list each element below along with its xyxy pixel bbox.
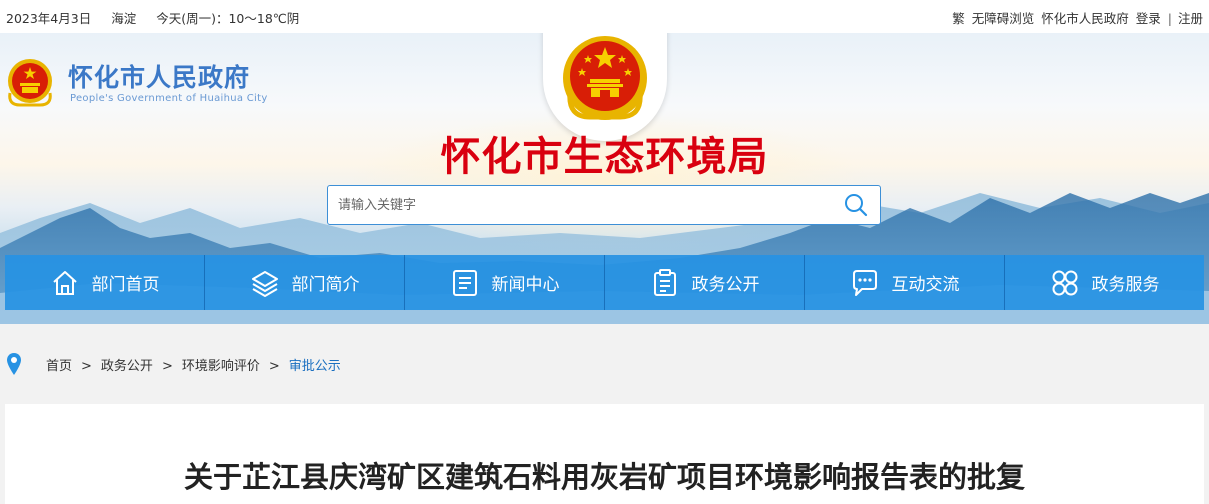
login-link[interactable]: 登录 [1136, 11, 1161, 26]
breadcrumb-home[interactable]: 首页 [46, 359, 72, 374]
date-weather: 2023年4月3日 海淀 今天(周一)：10～18℃阴 [6, 8, 315, 27]
document-icon [452, 269, 477, 296]
breadcrumb-eia[interactable]: 环境影响评价 [182, 359, 260, 374]
city-text: 海淀 [111, 11, 137, 26]
nav-item-label: 部门首页 [91, 275, 160, 295]
search-icon[interactable] [844, 193, 868, 217]
nav-item-label: 政务公开 [691, 275, 760, 295]
article-panel: 关于芷江县庆湾矿区建筑石料用灰岩矿项目环境影响报告表的批复 [5, 404, 1204, 504]
top-links: 繁 无障碍浏览 怀化市人民政府 登录 | 注册 [949, 8, 1203, 27]
nav-item-home[interactable]: 部门首页 [5, 255, 205, 310]
breadcrumb: 首页 > 政务公开 > 环境影响评价 > 审批公示 [0, 324, 1209, 404]
nav-item-label: 部门简介 [291, 275, 360, 295]
breadcrumb-arrow: > [161, 359, 173, 374]
national-emblem-icon [563, 36, 647, 120]
breadcrumb-arrow: > [81, 359, 92, 374]
nav-item-interaction[interactable]: 互动交流 [805, 255, 1005, 310]
nav-item-services[interactable]: 政务服务 [1005, 255, 1204, 310]
nav-item-news[interactable]: 新闻中心 [405, 255, 605, 310]
gov-name[interactable]: 怀化市人民政府 [68, 58, 250, 94]
site-title: 怀化市生态环境局 [440, 134, 769, 180]
search-box [327, 185, 881, 225]
nav-item-label: 政务服务 [1091, 275, 1160, 295]
clipboard-icon [653, 268, 676, 296]
breadcrumb-current[interactable]: 审批公示 [289, 359, 341, 374]
breadcrumb-gov-affairs[interactable]: 政务公开 [101, 359, 153, 374]
breadcrumb-items: 首页 > 政务公开 > 环境影响评价 > 审批公示 [46, 355, 341, 374]
accessibility-link[interactable]: 无障碍浏览 [972, 11, 1035, 26]
nav-item-label: 互动交流 [891, 275, 960, 295]
grid-icon [1052, 270, 1077, 295]
date-text: 2023年4月3日 [6, 11, 92, 26]
search-input[interactable] [338, 194, 818, 216]
gov-name-en: People's Government of Huaihua City [70, 93, 268, 104]
location-pin-icon [7, 353, 21, 375]
breadcrumb-arrow: > [268, 359, 280, 374]
nav-item-gov-affairs[interactable]: 政务公开 [605, 255, 805, 310]
nav-item-label: 新闻中心 [491, 275, 560, 295]
gov-emblem-small [8, 59, 52, 107]
register-link[interactable]: 注册 [1178, 11, 1203, 26]
layers-icon [251, 270, 278, 297]
article-title: 关于芷江县庆湾矿区建筑石料用灰岩矿项目环境影响报告表的批复 [183, 460, 1025, 494]
chat-icon [852, 269, 877, 296]
main-nav: 部门首页 部门简介 新闻中心 政务公开 互动交流 政务服务 [5, 255, 1204, 310]
home-icon [52, 270, 77, 295]
link-separator: | [1167, 11, 1172, 26]
traditional-chinese-link[interactable]: 繁 [952, 11, 965, 26]
weather-text: 今天(周一)：10～18℃阴 [156, 11, 300, 26]
gov-portal-link[interactable]: 怀化市人民政府 [1041, 11, 1129, 26]
nav-item-about[interactable]: 部门简介 [205, 255, 405, 310]
top-bar: 2023年4月3日 海淀 今天(周一)：10～18℃阴 繁 无障碍浏览 怀化市人… [0, 0, 1209, 33]
